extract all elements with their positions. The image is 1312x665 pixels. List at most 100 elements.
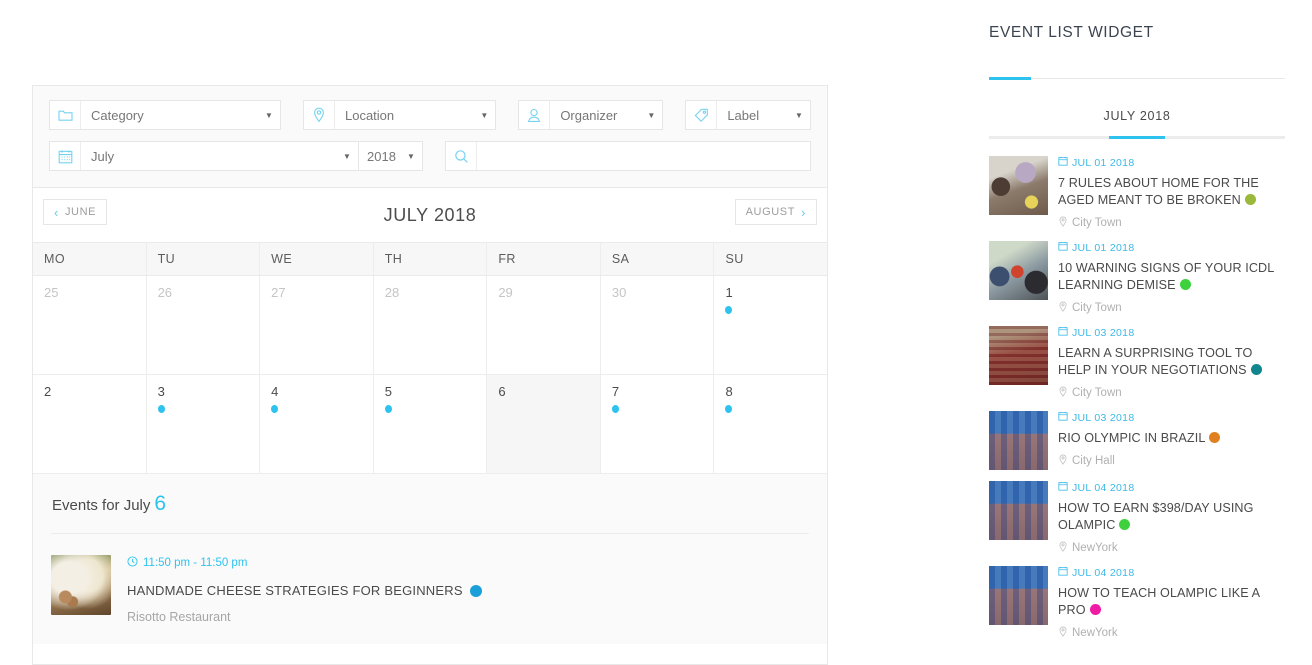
day-events-heading-text: Events for July <box>52 497 151 514</box>
event-category-dot <box>1250 364 1262 375</box>
event-thumbnail <box>989 566 1048 625</box>
previous-month-button[interactable]: ‹ JUNE <box>43 199 108 225</box>
month-select[interactable]: July ▼ <box>49 141 359 171</box>
calendar-day-number: 3 <box>157 384 165 399</box>
chevron-down-icon: ▼ <box>647 110 656 120</box>
calendar-day-cell[interactable]: 8 <box>714 375 827 473</box>
calendar-icon <box>50 142 81 170</box>
map-pin-icon <box>1058 386 1068 400</box>
organizer-filter-value: Organizer <box>560 107 618 123</box>
chevron-right-icon: › <box>801 204 806 220</box>
search-input[interactable] <box>477 142 810 170</box>
calendar-day-cell[interactable]: 26 <box>146 276 261 374</box>
organizer-filter[interactable]: Organizer ▼ <box>518 100 664 130</box>
event-thumbnail <box>989 326 1048 385</box>
calendar-day-number: 8 <box>725 384 733 399</box>
chevron-down-icon: ▼ <box>265 110 273 120</box>
filter-row-secondary: July ▼ 2018 ▼ <box>49 141 811 171</box>
category-filter[interactable]: Category ▼ <box>49 100 281 130</box>
calendar-week-row: 2 3 4 5 6 7 8 <box>33 375 827 474</box>
event-location: NewYork <box>1072 627 1118 639</box>
calendar-day-cell[interactable]: 28 <box>373 276 488 374</box>
widget-event-item[interactable]: JUL 04 2018 HOW TO EARN $398/DAY USING OL… <box>989 481 1285 555</box>
day-events-panel: Events for July 6 11:50 pm - 11:50 pm HAND… <box>33 474 827 644</box>
event-location: Risotto Restaurant <box>127 610 231 624</box>
event-title[interactable]: RIO OLYMPIC IN BRAZIL <box>1058 431 1205 445</box>
event-location-row: NewYork <box>1058 626 1285 640</box>
weekday-su: SU <box>725 252 744 266</box>
calendar-day-cell[interactable]: 4 <box>260 375 374 473</box>
category-filter-value: Category <box>91 107 144 123</box>
calendar-day-cell[interactable]: 27 <box>260 276 374 374</box>
calendar-day-cell[interactable]: 5 <box>373 375 488 473</box>
event-title-row: HANDMADE CHEESE STRATEGIES FOR BEGINNERS <box>127 583 482 598</box>
event-location: City Hall <box>1072 455 1115 467</box>
event-date: JUL 01 2018 <box>1072 241 1135 254</box>
event-location-row: City Hall <box>1058 454 1285 468</box>
next-month-button[interactable]: AUGUST › <box>734 199 817 225</box>
label-filter[interactable]: Label ▼ <box>685 100 812 130</box>
event-category-dot <box>1089 604 1101 615</box>
map-pin-icon <box>304 101 335 129</box>
chevron-down-icon: ▼ <box>795 110 803 120</box>
event-date: JUL 03 2018 <box>1072 411 1135 424</box>
year-select[interactable]: 2018 ▼ <box>359 141 423 171</box>
widget-event-item[interactable]: JUL 03 2018 RIO OLYMPIC IN BRAZIL City Hal… <box>989 411 1285 470</box>
event-thumbnail <box>51 555 111 615</box>
event-date-row: JUL 04 2018 <box>1058 566 1285 579</box>
calendar-day-cell[interactable]: 30 <box>600 276 715 374</box>
tag-icon <box>686 101 718 129</box>
user-icon <box>519 101 551 129</box>
location-filter[interactable]: Location ▼ <box>302 100 497 130</box>
calendar-day-number: 29 <box>498 285 513 300</box>
event-date: JUL 01 2018 <box>1072 156 1135 169</box>
widget-event-item[interactable]: JUL 01 2018 10 WARNING SIGNS OF YOUR ICDL… <box>989 241 1285 315</box>
event-category-dot <box>1179 279 1191 290</box>
next-month-label: AUGUST <box>745 206 796 218</box>
calendar-day-number: 27 <box>271 285 286 300</box>
event-title[interactable]: 10 WARNING SIGNS OF YOUR ICDL LEARNING D… <box>1058 261 1274 292</box>
calendar-day-cell[interactable]: 25 <box>33 276 147 374</box>
widget-event-item[interactable]: JUL 04 2018 HOW TO TEACH OLAMPIC LIKE A P… <box>989 566 1285 640</box>
event-title[interactable]: HOW TO EARN $398/DAY USING OLAMPIC <box>1058 501 1254 532</box>
event-details: JUL 03 2018 LEARN A SURPRISING TOOL TO HE… <box>1058 326 1285 400</box>
weekday-mo: MO <box>33 243 147 275</box>
calendar-day-cell[interactable]: 1 <box>714 276 827 374</box>
calendar-day-cell[interactable]: 6 <box>487 375 601 473</box>
widget-event-item[interactable]: JUL 01 2018 7 RULES ABOUT HOME FOR THE AG… <box>989 156 1285 230</box>
event-title[interactable]: 7 RULES ABOUT HOME FOR THE AGED MEANT TO… <box>1058 176 1259 207</box>
event-location-row: NewYork <box>1058 541 1285 555</box>
chevron-down-icon: ▼ <box>480 110 489 120</box>
day-event-item[interactable]: 11:50 pm - 11:50 pm HANDMADE CHEESE STRAT… <box>51 534 809 624</box>
weekday-th: TH <box>374 243 488 275</box>
calendar-day-cell[interactable]: 7 <box>600 375 715 473</box>
calendar-day-cell[interactable]: 29 <box>487 276 601 374</box>
event-title[interactable]: LEARN A SURPRISING TOOL TO HELP IN YOUR … <box>1058 346 1252 377</box>
chevron-left-icon: ‹ <box>54 204 59 220</box>
widget-event-item[interactable]: JUL 03 2018 LEARN A SURPRISING TOOL TO HE… <box>989 326 1285 400</box>
search-icon[interactable] <box>446 142 477 170</box>
folder-icon <box>50 101 81 129</box>
event-title[interactable]: HANDMADE CHEESE STRATEGIES FOR BEGINNERS <box>127 583 463 598</box>
calendar-day-cell[interactable]: 2 <box>33 375 147 473</box>
event-location-row: City Town <box>1058 386 1285 400</box>
widget-tabbar: JULY 2018 <box>989 109 1285 139</box>
event-thumbnail <box>989 481 1048 540</box>
event-title[interactable]: HOW TO TEACH OLAMPIC LIKE A PRO <box>1058 586 1259 617</box>
month-navigation: ‹ JUNE JULY 2018 AUGUST › <box>33 188 827 242</box>
tab-july-2018[interactable]: JULY 2018 <box>989 109 1285 123</box>
location-filter-value: Location <box>344 107 395 123</box>
widget-title-underline <box>989 77 1285 80</box>
search-box[interactable] <box>445 141 811 171</box>
event-indicator-dot <box>384 405 392 413</box>
map-pin-icon <box>1058 454 1068 468</box>
event-location: City Town <box>1072 302 1122 314</box>
event-location-row: City Town <box>1058 301 1285 315</box>
event-details: JUL 04 2018 HOW TO TEACH OLAMPIC LIKE A P… <box>1058 566 1285 640</box>
calendar-day-cell[interactable]: 3 <box>146 375 261 473</box>
previous-month-label: JUNE <box>64 206 97 218</box>
calendar-grid: 25 26 27 28 29 30 1 2 3 4 5 6 7 8 <box>33 276 827 474</box>
calendar-icon <box>1058 241 1068 254</box>
event-date: JUL 04 2018 <box>1072 481 1135 494</box>
calendar-icon <box>1058 481 1068 494</box>
